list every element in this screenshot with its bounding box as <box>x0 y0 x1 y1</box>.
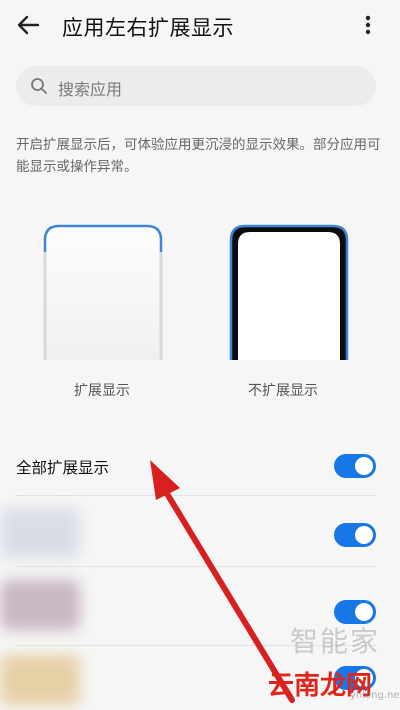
description-text: 开启扩展显示后，可体验应用更沉浸的显示效果。部分应用可能显示或操作异常。 <box>16 137 381 175</box>
search-input[interactable]: 搜索应用 <box>16 66 376 106</box>
divider <box>16 495 376 496</box>
more-vertical-icon[interactable] <box>356 10 380 40</box>
page-title: 应用左右扩展显示 <box>62 16 234 40</box>
extended-display-preview[interactable] <box>42 222 164 360</box>
watermark: ynlong.net <box>350 690 400 701</box>
divider <box>16 566 376 567</box>
all-extend-label: 全部扩展显示 <box>16 459 110 477</box>
not-extended-display-label: 不扩展显示 <box>248 383 318 399</box>
back-arrow-icon[interactable] <box>14 10 46 40</box>
search-icon <box>31 78 47 94</box>
all-extend-row: 全部扩展显示 <box>0 436 400 496</box>
app-toggle[interactable] <box>334 523 376 547</box>
not-extended-display-preview[interactable] <box>228 222 350 360</box>
toggle-knob <box>355 603 373 621</box>
toggle-knob <box>355 457 373 475</box>
search-placeholder: 搜索应用 <box>58 80 123 99</box>
header: 应用左右扩展显示 <box>0 0 400 50</box>
watermark: 智能家 <box>290 625 381 658</box>
extended-display-label: 扩展显示 <box>74 383 130 399</box>
toggle-knob <box>355 526 373 544</box>
all-extend-toggle[interactable] <box>334 454 376 478</box>
app-row <box>0 505 400 565</box>
